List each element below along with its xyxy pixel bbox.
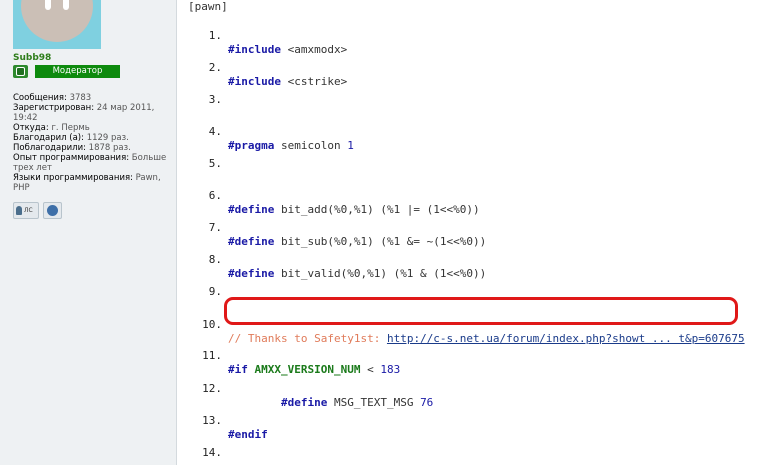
- stat-thanked: Благодарил (а): 1129 раз.: [13, 133, 129, 143]
- stat-registered: Зарегистрирован: 24 мар 2011, 19:42: [13, 103, 155, 123]
- red-highlight-annotation: [224, 297, 738, 325]
- thanks-link[interactable]: http://c-s.net.ua/forum/index.php?showt …: [387, 332, 745, 345]
- avatar-cat-leg: [45, 0, 51, 10]
- code-line: 11. #if AMXX_VERSION_NUM < 183: [202, 349, 401, 376]
- rank-badge: Модератор: [35, 65, 120, 78]
- stat-posts: Сообщения: 3783: [13, 93, 92, 103]
- stat-languages: Языки программирования: Pawn, PHP: [13, 173, 161, 193]
- avatar-cat-leg: [63, 0, 69, 10]
- code-line: 1. #include <amxmodx>: [208, 29, 348, 56]
- code-line: 5.: [208, 157, 222, 170]
- private-message-button[interactable]: ЛС: [13, 202, 39, 219]
- code-line: 6. #define bit_add(%0,%1) (%1 |= (1<<%0)…: [208, 189, 480, 216]
- code-line: 13. #endif: [202, 414, 268, 441]
- stat-location: Откуда: г. Пермь: [13, 123, 90, 133]
- user-sidebar: Subb98 Модератор Сообщения: 3783 Зарегис…: [0, 0, 176, 465]
- website-button[interactable]: [43, 202, 62, 219]
- code-line: 14.: [202, 446, 222, 459]
- stat-thanks-received: Поблагодарили: 1878 раз.: [13, 143, 131, 153]
- code-line: 10. // Thanks to Safety1st: http://c-s.n…: [202, 318, 745, 345]
- user-icon: [16, 206, 22, 215]
- code-line: 2. #include <cstrike>: [208, 61, 348, 88]
- avatar-cat-shape: [21, 0, 93, 42]
- column-divider: [176, 0, 177, 465]
- code-line: 7. #define bit_sub(%0,%1) (%1 &= ~(1<<%0…: [208, 221, 487, 248]
- code-line: 3.: [208, 93, 222, 106]
- code-block: 1. #include <amxmodx> 2. #include <cstri…: [180, 0, 776, 465]
- code-line: 12. #define MSG_TEXT_MSG 76: [202, 382, 434, 409]
- username-link[interactable]: Subb98: [13, 53, 51, 63]
- code-line: 8. #define bit_valid(%0,%1) (%1 & (1<<%0…: [208, 253, 487, 280]
- globe-icon: [47, 205, 58, 216]
- code-line: 4. #pragma semicolon 1: [208, 125, 354, 152]
- code-line: 9.: [208, 285, 222, 298]
- stat-experience: Опыт программирования: Больше трех лет: [13, 153, 167, 173]
- user-stats: Сообщения: 3783 Зарегистрирован: 24 мар …: [13, 93, 173, 193]
- cat-avatar[interactable]: [13, 0, 101, 49]
- moderator-icon: [13, 65, 28, 78]
